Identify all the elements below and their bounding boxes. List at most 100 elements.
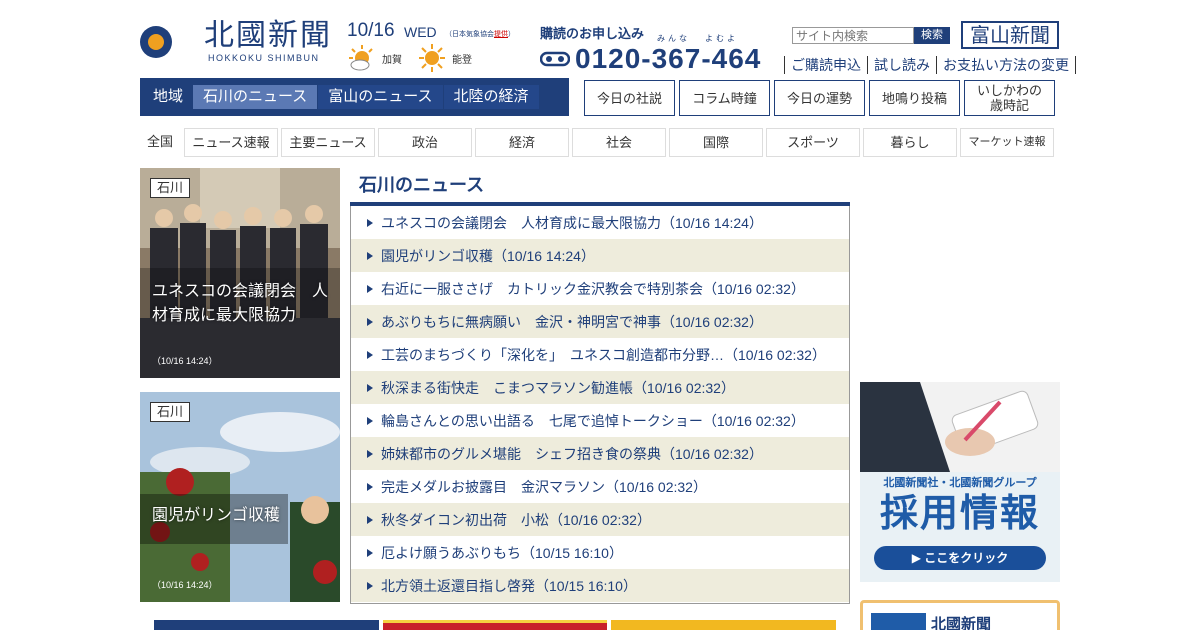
- news-item-title: 輪島さんとの思い出語る 七尾で追悼トークショー（10/16 02:32）: [381, 412, 805, 429]
- subscribe-title: 購読のお申し込み: [540, 26, 645, 41]
- tab-toyama-news[interactable]: 富山のニュース: [318, 85, 443, 109]
- featured-2-tag: 石川: [150, 402, 191, 422]
- news-item[interactable]: 園児がリンゴ収穫（10/16 14:24）: [351, 239, 849, 272]
- editorial-button[interactable]: 今日の社説: [584, 80, 675, 116]
- subscribe-phone[interactable]: 0120-367-464: [575, 43, 761, 75]
- category-national[interactable]: 全国: [140, 128, 181, 157]
- news-item[interactable]: 右近に一服ささげ カトリック金沢教会で特別茶会（10/16 02:32）: [351, 272, 849, 305]
- weather-source-link[interactable]: 提供: [494, 31, 508, 38]
- bullet-arrow-icon: [367, 350, 373, 359]
- region-nav: 地域 石川のニュース 富山のニュース 北陸の経済: [140, 78, 569, 116]
- region-label: 地域: [153, 88, 184, 105]
- news-item[interactable]: 完走メダルお披露目 金沢マラソン（10/16 02:32）: [351, 470, 849, 503]
- bullet-arrow-icon: [367, 416, 373, 425]
- news-item[interactable]: 厄よけ願うあぶりもち（10/15 16:10）: [351, 536, 849, 569]
- logo-title: 北國新聞: [204, 18, 332, 53]
- featured-story-2[interactable]: 石川 園児がリンゴ収穫 （10/16 14:24）: [140, 392, 340, 602]
- column-jisho-button[interactable]: コラム時鐘: [679, 80, 770, 116]
- site-search-input[interactable]: [792, 27, 914, 44]
- news-list: ユネスコの会議閉会 人材育成に最大限協力（10/16 14:24） 園児がリンゴ収…: [350, 206, 850, 604]
- tab-ishikawa-news[interactable]: 石川のニュース: [193, 85, 318, 109]
- category-nav: 全国 ニュース速報 主要ニュース 政治 経済 社会 国際 スポーツ 暮らし マー…: [140, 128, 1057, 157]
- featured-1-caption: ユネスコの会議閉会 人材育成に最大限協力: [152, 283, 329, 324]
- recruit-click-button[interactable]: ▶ ここをクリック: [874, 546, 1046, 570]
- news-item[interactable]: 秋深まる街快走 こまつマラソン勧進帳（10/16 02:32）: [351, 371, 849, 404]
- featured-1-time: （10/16 14:24）: [152, 356, 218, 366]
- bullet-arrow-icon: [367, 317, 373, 326]
- news-item-title: ユネスコの会議閉会 人材育成に最大限協力（10/16 14:24）: [381, 214, 763, 231]
- sun-cloud-icon[interactable]: [347, 44, 377, 72]
- page: 北國新聞 HOKKOKU SHIMBUN 10/16 WED （日本気象協会提供…: [0, 0, 1200, 630]
- news-item[interactable]: 工芸のまちづくり「深化を」 ユネスコ創造都市分野…（10/16 02:32）: [351, 338, 849, 371]
- news-item-title: 完走メダルお披露目 金沢マラソン（10/16 02:32）: [381, 478, 707, 495]
- seasonal-calendar-button[interactable]: いしかわの歳時記: [964, 80, 1055, 116]
- bottom-banner-1[interactable]: [154, 620, 379, 630]
- news-item-title: あぶりもちに無病願い 金沢・神明宮で神事（10/16 02:32）: [381, 313, 763, 330]
- phone-ruby-1: みんな: [657, 34, 690, 43]
- category-society[interactable]: 社会: [572, 128, 666, 157]
- bullet-arrow-icon: [367, 515, 373, 524]
- hokkoku-side-box-title: 北國新聞: [931, 616, 992, 630]
- news-item[interactable]: ユネスコの会議閉会 人材育成に最大限協力（10/16 14:24）: [351, 206, 849, 239]
- news-item[interactable]: あぶりもちに無病願い 金沢・神明宮で神事（10/16 02:32）: [351, 305, 849, 338]
- link-payment-change[interactable]: お支払い方法の変更: [936, 56, 1076, 74]
- tab-hokuriku-economy[interactable]: 北陸の経済: [443, 85, 539, 109]
- toyama-shimbun-link[interactable]: 富山新聞: [961, 21, 1059, 49]
- news-item[interactable]: 姉妹都市のグルメ堪能 シェフ招き食の祭典（10/16 02:32）: [351, 437, 849, 470]
- news-section-title: 石川のニュース: [359, 175, 485, 195]
- recruit-banner-subtitle: 北國新聞社・北國新聞グループ: [883, 477, 1037, 489]
- logo-mark-icon: [140, 20, 184, 64]
- news-item-title: 園児がリンゴ収穫（10/16 14:24）: [381, 247, 595, 264]
- news-item-title: 厄よけ願うあぶりもち（10/15 16:10）: [381, 544, 623, 561]
- news-item-title: 北方領土返還目指し啓発（10/15 16:10）: [381, 577, 637, 594]
- weather-source: （日本気象協会提供）: [445, 31, 515, 38]
- recruit-banner-photo: [860, 382, 1060, 472]
- bottom-banner-2[interactable]: [383, 620, 607, 630]
- category-sports[interactable]: スポーツ: [766, 128, 860, 157]
- category-international[interactable]: 国際: [669, 128, 763, 157]
- bullet-arrow-icon: [367, 581, 373, 590]
- category-living[interactable]: 暮らし: [863, 128, 957, 157]
- hokkoku-side-box[interactable]: 北國新聞: [860, 600, 1060, 630]
- site-logo[interactable]: 北國新聞 HOKKOKU SHIMBUN: [140, 16, 340, 66]
- featured-2-time: （10/16 14:24）: [152, 580, 218, 590]
- current-weekday: WED: [404, 24, 437, 40]
- bullet-arrow-icon: [367, 284, 373, 293]
- hokkoku-side-box-image: [871, 613, 926, 630]
- bullet-arrow-icon: [367, 383, 373, 392]
- news-item-title: 秋冬ダイコン初出荷 小松（10/16 02:32）: [381, 511, 651, 528]
- header-links: ご購読申込 試し読み お支払い方法の変更: [784, 56, 1076, 74]
- featured-photo-1: [140, 168, 340, 378]
- category-politics[interactable]: 政治: [378, 128, 472, 157]
- link-trial[interactable]: 試し読み: [867, 56, 936, 74]
- news-item-title: 秋深まる街快走 こまつマラソン勧進帳（10/16 02:32）: [381, 379, 735, 396]
- news-item[interactable]: 秋冬ダイコン初出荷 小松（10/16 02:32）: [351, 503, 849, 536]
- bullet-arrow-icon: [367, 482, 373, 491]
- weather-area-kaga: 加賀: [382, 55, 402, 66]
- reader-posts-button[interactable]: 地鳴り投稿: [869, 80, 960, 116]
- current-date: 10/16: [347, 20, 395, 41]
- category-market[interactable]: マーケット速報: [960, 128, 1054, 157]
- news-item-title: 右近に一服ささげ カトリック金沢教会で特別茶会（10/16 02:32）: [381, 280, 805, 297]
- link-subscribe[interactable]: ご購読申込: [784, 56, 867, 74]
- news-item[interactable]: 輪島さんとの思い出語る 七尾で追悼トークショー（10/16 02:32）: [351, 404, 849, 437]
- category-major[interactable]: 主要ニュース: [281, 128, 375, 157]
- category-breaking[interactable]: ニュース速報: [184, 128, 278, 157]
- news-item[interactable]: 北方領土返還目指し啓発（10/15 16:10）: [351, 569, 849, 602]
- sun-icon[interactable]: [417, 44, 447, 72]
- bullet-arrow-icon: [367, 548, 373, 557]
- featured-photo-2: [140, 392, 340, 602]
- phone-ruby-2: よむよ: [705, 34, 738, 43]
- search-button[interactable]: 検索: [914, 27, 950, 44]
- free-dial-icon: [540, 51, 570, 67]
- bottom-banner-3[interactable]: [611, 620, 836, 630]
- bullet-arrow-icon: [367, 251, 373, 260]
- featured-story-1[interactable]: 石川 ユネスコの会議閉会 人材育成に最大限協力 （10/16 14:24）: [140, 168, 340, 378]
- recruit-banner[interactable]: 北國新聞社・北國新聞グループ 採用情報 ▶ ここをクリック: [860, 382, 1060, 582]
- category-economy[interactable]: 経済: [475, 128, 569, 157]
- logo-subtitle: HOKKOKU SHIMBUN: [208, 53, 320, 63]
- featured-1-tag: 石川: [150, 178, 191, 198]
- weather-area-noto: 能登: [452, 55, 472, 66]
- featured-2-caption: 園児がリンゴ収穫: [152, 507, 281, 524]
- horoscope-button[interactable]: 今日の運勢: [774, 80, 865, 116]
